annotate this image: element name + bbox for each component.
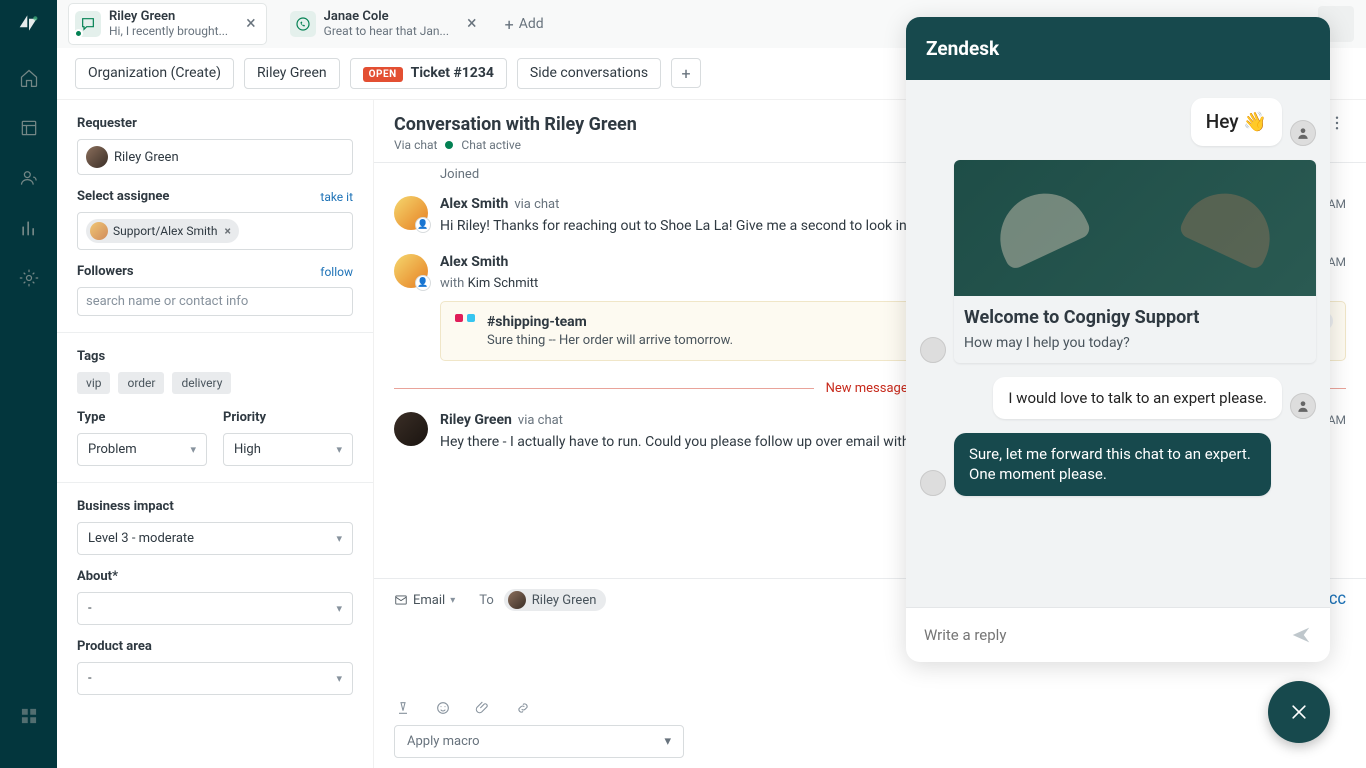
tags-label: Tags <box>77 349 353 364</box>
avatar <box>86 146 108 168</box>
slack-icon <box>455 314 475 334</box>
card-image <box>954 160 1316 296</box>
assignee-field[interactable]: Support/Alex Smith× <box>77 212 353 250</box>
chevron-down-icon: ▾ <box>664 734 671 749</box>
tab-riley-green[interactable]: Riley GreenHi, I recently brought... × <box>69 4 266 44</box>
type-select[interactable]: Problem▾ <box>77 433 207 466</box>
business-impact-select[interactable]: Level 3 - moderate▾ <box>77 522 353 555</box>
bot-avatar <box>920 337 946 363</box>
follow-link[interactable]: follow <box>320 265 353 279</box>
user-avatar <box>1290 393 1316 419</box>
bot-avatar <box>920 470 946 496</box>
link-icon[interactable] <box>514 699 532 717</box>
emoji-icon[interactable] <box>434 699 452 717</box>
nav-admin-icon[interactable] <box>13 262 45 294</box>
product-area-select[interactable]: -▾ <box>77 662 353 695</box>
about-select[interactable]: -▾ <box>77 592 353 625</box>
nav-products-icon[interactable] <box>13 700 45 732</box>
close-icon[interactable]: × <box>246 15 256 33</box>
whatsapp-icon <box>290 11 316 37</box>
requester-field[interactable]: Riley Green <box>77 139 353 175</box>
text-format-icon[interactable] <box>394 699 412 717</box>
avatar: 👤 <box>394 254 428 288</box>
add-side-conversation-button[interactable]: + <box>671 58 701 88</box>
status-dot <box>445 141 453 149</box>
chevron-down-icon: ▾ <box>336 602 342 615</box>
followers-input[interactable]: search name or contact info <box>77 287 353 316</box>
agent-badge-icon: 👤 <box>415 275 431 291</box>
widget-message: Sure, let me forward this chat to an exp… <box>954 433 1271 496</box>
crumb-side-conversations[interactable]: Side conversations <box>517 58 661 89</box>
widget-message: Hey 👋 <box>1191 98 1282 146</box>
widget-message: I would love to talk to an expert please… <box>993 377 1282 419</box>
avatar <box>394 412 428 446</box>
send-icon[interactable] <box>1290 624 1312 646</box>
chat-widget: Zendesk Hey 👋 Welcome to Cognigy Support… <box>906 17 1330 662</box>
nav-views-icon[interactable] <box>13 112 45 144</box>
ticket-sidebar: Requester Riley Green Select assigneetak… <box>57 100 374 768</box>
nav-customers-icon[interactable] <box>13 162 45 194</box>
widget-close-button[interactable] <box>1268 681 1330 743</box>
avatar <box>508 591 526 609</box>
recipient-chip[interactable]: Riley Green <box>504 589 607 611</box>
widget-header: Zendesk <box>906 17 1330 80</box>
user-avatar <box>1290 120 1316 146</box>
nav-reporting-icon[interactable] <box>13 212 45 244</box>
avatar: 👤 <box>394 196 428 230</box>
requester-label: Requester <box>77 116 353 131</box>
tags-field[interactable]: vip order delivery <box>77 372 353 394</box>
crumb-user[interactable]: Riley Green <box>244 58 340 89</box>
chevron-down-icon: ▾ <box>336 532 342 545</box>
close-icon[interactable]: × <box>467 15 477 33</box>
zendesk-logo[interactable] <box>18 12 40 34</box>
chevron-down-icon: ▾ <box>336 672 342 685</box>
chevron-down-icon: ▾ <box>190 443 196 456</box>
widget-text-input[interactable] <box>924 626 1280 644</box>
nav-rail <box>0 0 57 768</box>
assignee-label: Select assigneetake it <box>77 189 353 204</box>
cc-link[interactable]: CC <box>1329 593 1346 608</box>
avatar <box>90 222 108 240</box>
remove-icon[interactable]: × <box>224 224 230 238</box>
agent-badge-icon: 👤 <box>415 217 431 233</box>
attachment-icon[interactable] <box>474 699 492 717</box>
take-it-link[interactable]: take it <box>320 190 353 204</box>
crumb-org[interactable]: Organization (Create) <box>75 58 234 89</box>
channel-email-select[interactable]: Email▾ <box>394 593 455 608</box>
chat-icon <box>75 11 101 37</box>
priority-select[interactable]: High▾ <box>223 433 353 466</box>
add-tab[interactable]: +Add <box>505 15 544 34</box>
tab-janae-cole[interactable]: Janae ColeGreat to hear that Jan... × <box>284 4 487 44</box>
conversation-title: Conversation with Riley Green <box>394 114 637 135</box>
widget-input[interactable] <box>906 607 1330 662</box>
widget-welcome-card: Welcome to Cognigy Support How may I hel… <box>954 160 1316 363</box>
chevron-down-icon: ▾ <box>336 443 342 456</box>
nav-home-icon[interactable] <box>13 62 45 94</box>
more-icon[interactable] <box>1328 114 1346 132</box>
crumb-ticket[interactable]: OPENTicket #1234 <box>350 58 507 89</box>
followers-label: Followersfollow <box>77 264 353 279</box>
apply-macro-select[interactable]: Apply macro▾ <box>394 725 684 758</box>
